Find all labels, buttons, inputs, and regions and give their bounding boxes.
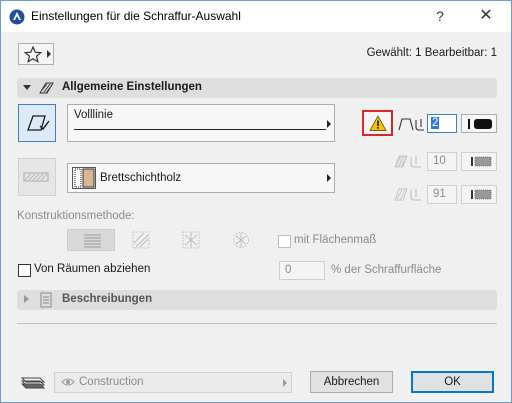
collapse-arrow-icon	[23, 85, 31, 90]
fill-type-dropdown[interactable]: Brettschichtholz	[67, 163, 335, 193]
fill-type-label: Brettschichtholz	[100, 172, 182, 184]
descriptions-label: Beschreibungen	[62, 293, 153, 305]
foreground-pen-icon	[394, 188, 421, 201]
ok-button[interactable]: OK	[411, 371, 494, 393]
fill-outline-toggle[interactable]	[18, 104, 56, 142]
favorites-button[interactable]	[18, 43, 54, 65]
window-title: Einstellungen für die Schraffur-Auswahl	[31, 9, 241, 23]
pen-weight-preview	[468, 119, 470, 129]
document-icon	[40, 292, 52, 308]
pattern-preview-icon	[471, 156, 492, 167]
line-type-preview	[74, 129, 326, 130]
contour-pen-icon	[398, 118, 424, 131]
expand-arrow-icon	[24, 295, 29, 303]
construction-method-radial[interactable]	[217, 229, 265, 251]
eye-icon	[61, 378, 75, 386]
star-icon	[24, 46, 42, 63]
contour-pen-input[interactable]: 2	[427, 114, 457, 133]
outline-pen-icon	[27, 115, 50, 131]
contour-pen-color-picker[interactable]	[461, 114, 497, 133]
diagonal-hatch-icon	[132, 231, 150, 249]
footer-divider	[17, 323, 497, 324]
foreground-pen-input[interactable]: 91	[427, 185, 457, 204]
pen-color-swatch	[474, 119, 492, 129]
percent-of-hatch-label: % der Schraffurfläche	[331, 264, 442, 276]
dropdown-arrow-icon	[283, 379, 287, 387]
line-type-label: Volllinie	[74, 109, 113, 121]
favorites-arrow-icon	[47, 50, 51, 58]
layer-stack-icon	[20, 377, 46, 389]
percent-of-hatch-input[interactable]: 0	[279, 261, 325, 280]
radial-hatch-icon	[233, 232, 249, 248]
construction-method-label: Konstruktionsmethode:	[17, 210, 135, 222]
warning-icon	[369, 115, 387, 131]
layer-name: Construction	[79, 376, 144, 388]
dialog-content: Gewählt: 1 Bearbeitbar: 1 Allgemeine Ein…	[1, 32, 511, 402]
fill-background-toggle[interactable]	[18, 158, 56, 196]
background-pen-icon	[394, 155, 421, 168]
dropdown-arrow-icon	[327, 174, 331, 182]
pen-number: 2	[431, 117, 440, 129]
with-area-label: mit Flächenmaß	[294, 234, 377, 246]
descriptions-section-header[interactable]: Beschreibungen	[17, 290, 497, 310]
selection-info: Gewählt: 1 Bearbeitbar: 1	[366, 47, 497, 59]
cancel-button[interactable]: Abbrechen	[310, 371, 393, 393]
dropdown-arrow-icon	[327, 120, 331, 128]
construction-method-linear[interactable]	[67, 229, 115, 251]
with-area-checkbox[interactable]	[278, 235, 291, 248]
construction-method-diagonal[interactable]	[117, 229, 165, 251]
general-settings-section-header[interactable]: Allgemeine Einstellungen	[17, 78, 497, 98]
rotated-hatch-icon	[182, 231, 200, 249]
construction-method-rotated[interactable]	[167, 229, 215, 251]
general-settings-label: Allgemeine Einstellungen	[62, 81, 202, 93]
background-pen-pattern[interactable]	[461, 152, 497, 171]
linear-lines-icon	[84, 234, 101, 248]
hatch-panel-icon	[39, 82, 54, 94]
dialog-window: Einstellungen für die Schraffur-Auswahl …	[0, 0, 512, 403]
pattern-preview-icon	[471, 189, 492, 200]
warning-indicator[interactable]	[362, 110, 393, 136]
line-type-dropdown[interactable]: Volllinie	[67, 104, 335, 142]
layer-dropdown[interactable]: Construction	[54, 372, 292, 393]
foreground-pen-pattern[interactable]	[461, 185, 497, 204]
glulam-swatch-icon	[72, 167, 96, 189]
archicad-app-icon	[9, 9, 25, 25]
close-button[interactable]: ✕	[471, 5, 501, 27]
subtract-from-rooms-checkbox[interactable]	[18, 264, 31, 277]
fill-pattern-icon	[23, 172, 49, 182]
title-bar: Einstellungen für die Schraffur-Auswahl …	[1, 1, 511, 32]
help-button[interactable]: ?	[425, 5, 455, 27]
subtract-from-rooms-label: Von Räumen abziehen	[34, 263, 151, 275]
background-pen-input[interactable]: 10	[427, 152, 457, 171]
